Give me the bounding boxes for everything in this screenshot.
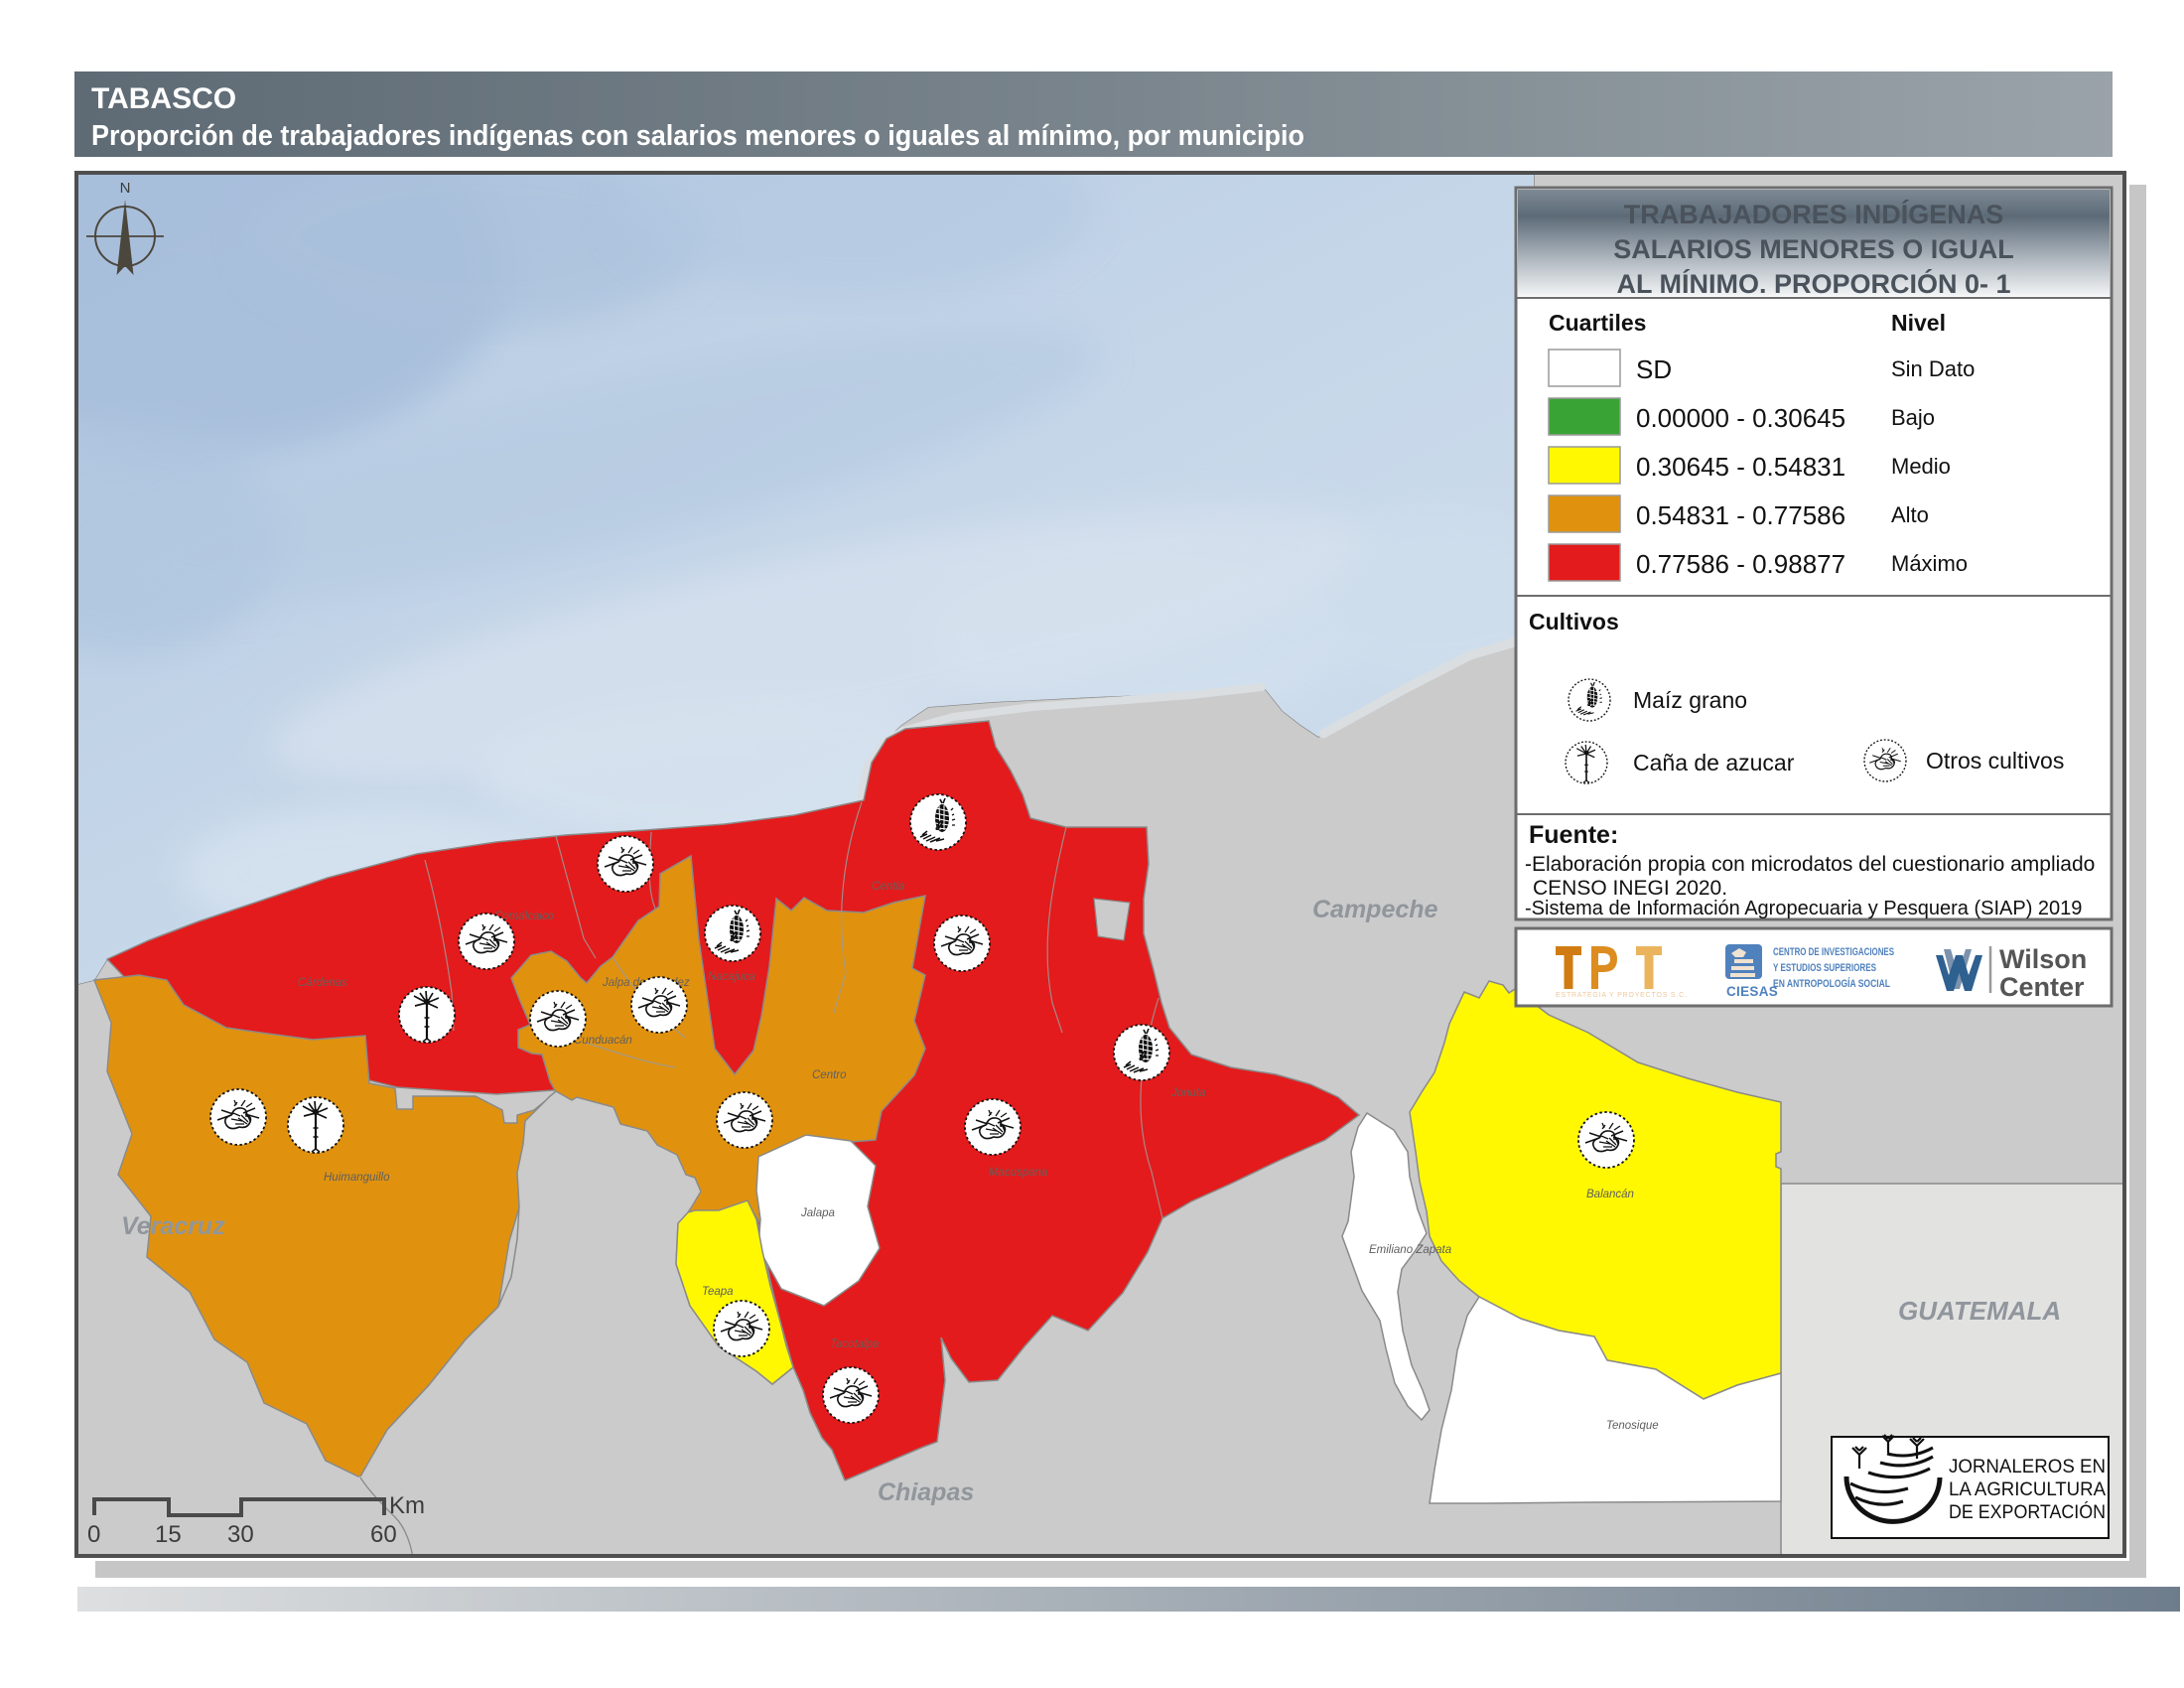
- svg-text:Chiapas: Chiapas: [878, 1478, 974, 1506]
- svg-text:Bajo: Bajo: [1891, 405, 1935, 430]
- svg-text:Emiliano Zapata: Emiliano Zapata: [1369, 1244, 1451, 1256]
- svg-text:AL MÍNIMO. PROPORCIÓN 0- 1: AL MÍNIMO. PROPORCIÓN 0- 1: [1616, 268, 2010, 299]
- svg-text:Tacotalpa: Tacotalpa: [830, 1338, 879, 1350]
- svg-text:TABASCO: TABASCO: [91, 82, 236, 115]
- svg-text:Teapa: Teapa: [702, 1286, 734, 1298]
- svg-text:Medio: Medio: [1891, 454, 1951, 479]
- svg-text:Center: Center: [1999, 972, 2085, 1002]
- svg-text:CENTRO DE INVESTIGACIONES: CENTRO DE INVESTIGACIONES: [1773, 946, 1894, 958]
- svg-text:Máximo: Máximo: [1891, 551, 1968, 576]
- svg-text:Alto: Alto: [1891, 502, 1929, 527]
- svg-text:0.30645 - 0.54831: 0.30645 - 0.54831: [1636, 452, 1845, 482]
- svg-text:0.77586 - 0.98877: 0.77586 - 0.98877: [1636, 549, 1845, 579]
- svg-text:Balancán: Balancán: [1586, 1189, 1634, 1200]
- svg-text:DE EXPORTACIÓN: DE EXPORTACIÓN: [1949, 1501, 2106, 1523]
- svg-text:Centla: Centla: [872, 881, 904, 893]
- svg-text:LA AGRICULTURA: LA AGRICULTURA: [1949, 1479, 2106, 1500]
- svg-text:Centro: Centro: [812, 1069, 847, 1081]
- svg-text:SALARIOS MENORES O IGUAL: SALARIOS MENORES O IGUAL: [1613, 234, 2014, 264]
- svg-text:Proporción de trabajadores ind: Proporción de trabajadores indígenas con…: [91, 120, 1304, 152]
- svg-text:JORNALEROS EN: JORNALEROS EN: [1949, 1457, 2106, 1477]
- svg-text:Macuspana: Macuspana: [989, 1167, 1047, 1179]
- svg-text:Cunduacán: Cunduacán: [574, 1035, 632, 1047]
- svg-text:Cultivos: Cultivos: [1529, 609, 1619, 634]
- svg-text:ESTRATEGIA Y PROYECTOS S.C.: ESTRATEGIA Y PROYECTOS S.C.: [1556, 992, 1688, 999]
- svg-text:Km: Km: [389, 1492, 425, 1519]
- svg-text:Caña de azucar: Caña de azucar: [1633, 750, 1795, 775]
- svg-text:CENSO INEGI 2020.: CENSO INEGI 2020.: [1533, 877, 1727, 900]
- svg-text:-Sistema de Información Agrope: -Sistema de Información Agropecuaria y P…: [1525, 898, 2082, 919]
- svg-text:SD: SD: [1636, 354, 1672, 384]
- svg-text:15: 15: [155, 1521, 182, 1548]
- svg-text:Wilson: Wilson: [1999, 944, 2087, 974]
- svg-text:Y ESTUDIOS SUPERIORES: Y ESTUDIOS SUPERIORES: [1773, 962, 1876, 974]
- svg-text:Veracruz: Veracruz: [121, 1212, 225, 1240]
- svg-text:Cárdenas: Cárdenas: [298, 977, 347, 989]
- svg-text:EN ANTROPOLOGÍA SOCIAL: EN ANTROPOLOGÍA SOCIAL: [1773, 977, 1890, 990]
- svg-text:0.00000 - 0.30645: 0.00000 - 0.30645: [1636, 403, 1845, 433]
- svg-text:60: 60: [370, 1521, 397, 1548]
- svg-text:Jonuta: Jonuta: [1170, 1087, 1206, 1099]
- svg-text:Nivel: Nivel: [1891, 310, 1946, 336]
- svg-text:Huimanguillo: Huimanguillo: [324, 1172, 390, 1184]
- svg-text:Fuente:: Fuente:: [1529, 821, 1618, 849]
- svg-text:TRABAJADORES INDÍGENAS: TRABAJADORES INDÍGENAS: [1624, 199, 2004, 229]
- svg-text:N: N: [120, 180, 131, 197]
- svg-text:CIESAS: CIESAS: [1726, 984, 1778, 999]
- svg-text:Cuartiles: Cuartiles: [1549, 310, 1646, 336]
- svg-text:Otros cultivos: Otros cultivos: [1926, 748, 2064, 774]
- svg-text:GUATEMALA: GUATEMALA: [1898, 1296, 2061, 1326]
- svg-text:Sin Dato: Sin Dato: [1891, 356, 1975, 381]
- svg-text:30: 30: [227, 1521, 254, 1548]
- svg-text:0: 0: [87, 1521, 100, 1548]
- svg-text:Campeche: Campeche: [1312, 896, 1438, 923]
- svg-text:0.54831 - 0.77586: 0.54831 - 0.77586: [1636, 500, 1845, 530]
- svg-text:Jalapa: Jalapa: [800, 1207, 835, 1219]
- svg-text:-Elaboración propia con microd: -Elaboración propia con microdatos del c…: [1525, 853, 2095, 876]
- svg-text:Nacajuca: Nacajuca: [708, 971, 755, 983]
- svg-text:Tenosique: Tenosique: [1606, 1420, 1659, 1432]
- svg-text:Maíz grano: Maíz grano: [1633, 687, 1747, 713]
